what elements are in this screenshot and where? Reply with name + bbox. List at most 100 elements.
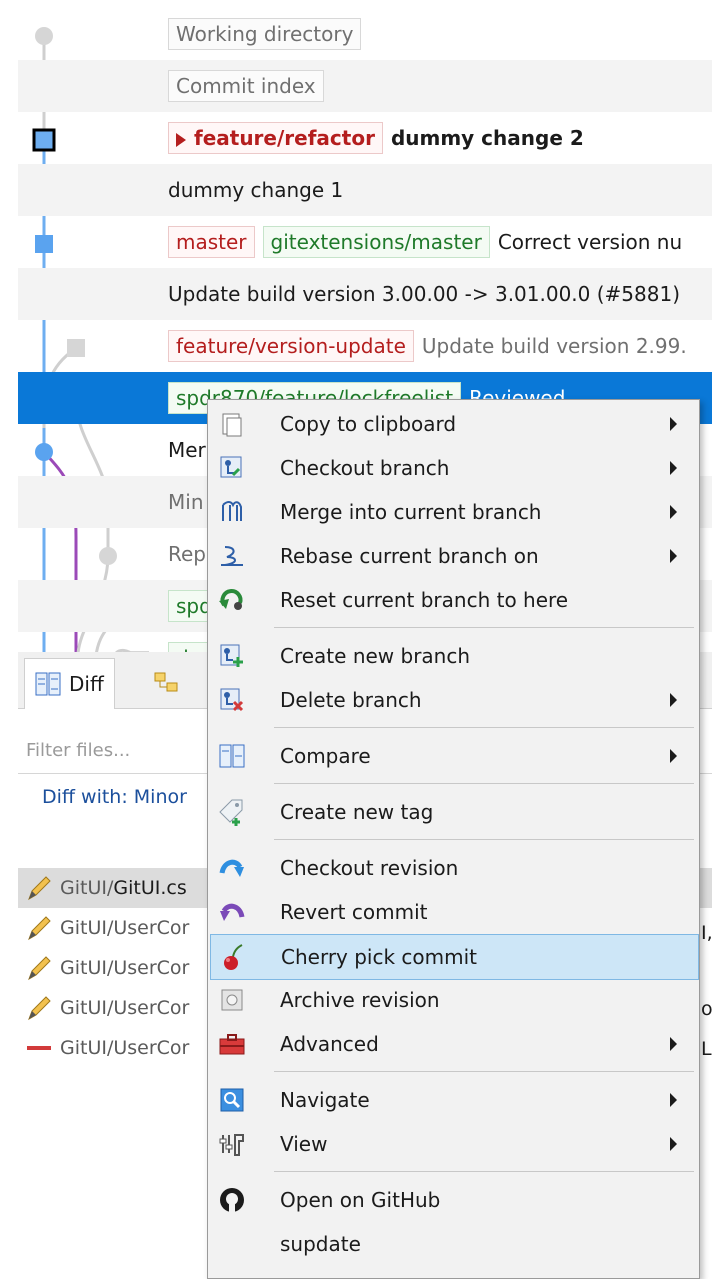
menu-item-label: Create new tag — [280, 800, 434, 824]
commit-message: Update build version 3.00.00 -> 3.01.00.… — [168, 282, 681, 306]
commit-message: Correct version nu — [497, 230, 683, 254]
submenu-arrow-icon — [670, 549, 677, 563]
tab-file-tree[interactable] — [144, 658, 190, 708]
menu-item-revert-commit[interactable]: Revert commit — [210, 890, 697, 934]
commit-message: Rep — [168, 542, 206, 566]
menu-item-label: Revert commit — [280, 900, 428, 924]
menu-separator — [274, 627, 694, 628]
commit-cell: Min — [168, 476, 204, 528]
menu-item-label: supdate — [280, 1232, 361, 1256]
menu-item-cherry-pick-commit[interactable]: Cherry pick commit — [210, 934, 699, 980]
navigate-icon — [216, 1084, 248, 1116]
menu-item-view[interactable]: View — [210, 1122, 697, 1166]
menu-separator — [274, 727, 694, 728]
menu-item-copy-to-clipboard[interactable]: Copy to clipboard — [210, 402, 697, 446]
menu-item-checkout-branch[interactable]: Checkout branch — [210, 446, 697, 490]
menu-item-archive-revision[interactable]: Archive revision — [210, 978, 697, 1022]
archive-icon — [216, 984, 248, 1016]
merge-icon — [216, 496, 248, 528]
tab-diff[interactable]: Diff — [24, 658, 115, 709]
menu-item-checkout-revision[interactable]: Checkout revision — [210, 846, 697, 890]
branch-label-text: master — [176, 230, 247, 254]
menu-item-open-on-github[interactable]: Open on GitHub — [210, 1178, 697, 1222]
file-tree-icon — [154, 672, 178, 692]
commit-row[interactable]: dummy change 1 — [18, 164, 712, 216]
menu-item-label: View — [280, 1132, 328, 1156]
branch-label: feature/version-update — [168, 330, 414, 362]
commit-row[interactable]: Working directory — [18, 8, 712, 60]
file-name: GitUI.cs — [113, 877, 187, 899]
pencil-icon — [18, 955, 60, 981]
commit-message: Update build version 2.99. — [421, 334, 687, 358]
diff-icon — [35, 672, 61, 696]
diff-with-selector[interactable]: Diff with: Minor — [42, 780, 187, 814]
clipboard-icon — [216, 408, 248, 440]
view-icon — [216, 1128, 248, 1160]
commit-cell: feature/version-update Update build versi… — [168, 320, 687, 372]
github-icon — [216, 1184, 248, 1216]
submenu-arrow-icon — [670, 417, 677, 431]
commit-row[interactable]: Update build version 3.00.00 -> 3.01.00.… — [18, 268, 712, 320]
submenu-arrow-icon — [670, 1093, 677, 1107]
current-branch-icon — [176, 132, 186, 147]
commit-cell: Commit index — [168, 60, 324, 112]
menu-item-label: Rebase current branch on — [280, 544, 539, 568]
menu-item-merge-into-current-branch[interactable]: Merge into current branch — [210, 490, 697, 534]
menu-item-reset-current-branch-to-here[interactable]: Reset current branch to here — [210, 578, 697, 622]
file-path: GitUI/UserCor — [60, 917, 190, 939]
menu-separator — [274, 1071, 694, 1072]
menu-item-navigate[interactable]: Navigate — [210, 1078, 697, 1122]
commit-cell: Update build version 3.00.00 -> 3.01.00.… — [168, 268, 680, 320]
menu-item-label: Archive revision — [280, 988, 440, 1012]
tag-add-icon — [216, 796, 248, 828]
cut-off-text: o — [701, 998, 712, 1020]
submenu-arrow-icon — [670, 749, 677, 763]
pencil-icon — [18, 995, 60, 1021]
menu-item-create-new-tag[interactable]: Create new tag — [210, 790, 697, 834]
menu-item-rebase-current-branch-on[interactable]: Rebase current branch on — [210, 534, 697, 578]
menu-item-label: Checkout revision — [280, 856, 459, 880]
menu-separator — [274, 783, 694, 784]
commit-cell: Mer — [168, 424, 206, 476]
branch-label-text: feature/refactor — [194, 126, 375, 150]
menu-item-supdate[interactable]: supdate — [210, 1222, 697, 1266]
branch-label-text: Working directory — [176, 22, 354, 46]
branch-label-text: Commit index — [176, 74, 316, 98]
menu-item-label: Create new branch — [280, 644, 471, 668]
rebase-icon — [216, 540, 248, 572]
commit-row[interactable]: Commit index — [18, 60, 712, 112]
menu-item-advanced[interactable]: Advanced — [210, 1022, 697, 1066]
menu-item-delete-branch[interactable]: Delete branch — [210, 678, 697, 722]
filter-files-input[interactable]: Filter files... — [26, 740, 130, 761]
commit-cell: dummy change 1 — [168, 164, 343, 216]
commit-message: dummy change 2 — [390, 126, 584, 150]
checkout-branch-icon — [216, 452, 248, 484]
menu-item-label: Navigate — [280, 1088, 370, 1112]
menu-separator — [274, 1171, 694, 1172]
menu-item-label: Copy to clipboard — [280, 412, 457, 436]
submenu-arrow-icon — [670, 505, 677, 519]
commit-row[interactable]: feature/version-update Update build versi… — [18, 320, 712, 372]
deleted-icon — [18, 1043, 60, 1053]
delete-branch-icon — [216, 684, 248, 716]
submenu-arrow-icon — [670, 693, 677, 707]
menu-item-create-new-branch[interactable]: Create new branch — [210, 634, 697, 678]
branch-label: feature/refactor — [168, 122, 383, 154]
branch-label-text: gitextensions/master — [270, 230, 482, 254]
commit-cell: feature/refactor dummy change 2 — [168, 112, 584, 164]
commit-row[interactable]: master gitextensions/master Correct versio… — [18, 216, 712, 268]
menu-item-compare[interactable]: Compare — [210, 734, 697, 778]
cut-off-text: I, — [701, 922, 712, 944]
menu-item-label: Cherry pick commit — [281, 945, 478, 969]
cherry-icon — [217, 941, 249, 973]
commit-cell: Rep — [168, 528, 206, 580]
commit-message: Min — [168, 490, 204, 514]
menu-item-label: Compare — [280, 744, 371, 768]
menu-item-label: Delete branch — [280, 688, 422, 712]
menu-item-label: Reset current branch to here — [280, 588, 569, 612]
file-path: GitUI/UserCor — [60, 997, 190, 1019]
commit-row[interactable]: feature/refactor dummy change 2 — [18, 112, 712, 164]
commit-cell: master gitextensions/master Correct versio… — [168, 216, 682, 268]
submenu-arrow-icon — [670, 1137, 677, 1151]
branch-label: Commit index — [168, 70, 324, 102]
